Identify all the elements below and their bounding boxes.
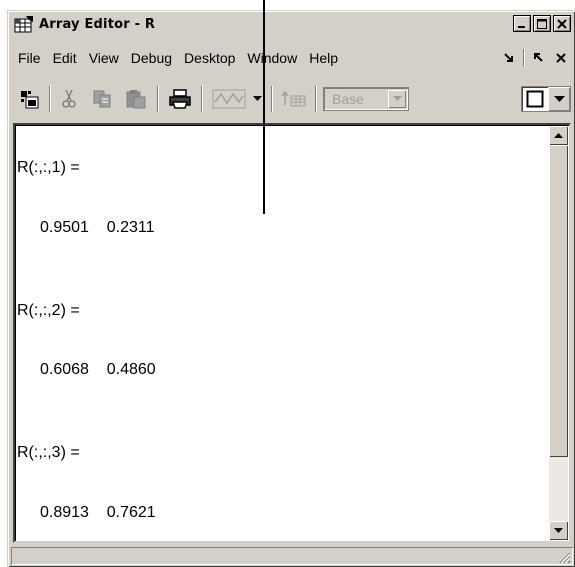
close-icon <box>557 18 567 29</box>
format-preview <box>522 87 548 111</box>
base-select-value: Base <box>332 91 364 107</box>
output-pane[interactable]: R(:,:,1) = 0.9501 0.2311 R(:,:,2) = 0.60… <box>13 123 571 543</box>
output-values: 0.6068 0.4860 <box>40 361 156 378</box>
array-editor-window: Array Editor - R File Edit View Debug De… <box>7 10 575 567</box>
plot-selection-icon <box>212 89 246 109</box>
title-bar[interactable]: Array Editor - R <box>11 14 573 34</box>
format-dropdown[interactable] <box>548 87 570 111</box>
menu-close-button[interactable] <box>553 50 569 66</box>
menu-window[interactable]: Window <box>242 50 302 66</box>
cut-icon <box>62 89 76 108</box>
import-data-button[interactable] <box>17 85 43 113</box>
toolbar-separator <box>157 86 159 112</box>
cut-button[interactable] <box>57 85 81 113</box>
chevron-up-icon <box>554 132 563 138</box>
toolbar: Base <box>11 83 573 115</box>
import-data-icon <box>21 91 39 109</box>
close-button[interactable] <box>553 15 571 32</box>
print-button[interactable] <box>165 85 195 113</box>
output-label: R(:,:,1) = <box>17 159 80 176</box>
base-select-dropdown[interactable] <box>388 90 406 108</box>
paste-button[interactable] <box>121 85 151 113</box>
copy-icon <box>93 90 111 108</box>
paste-icon <box>126 90 146 109</box>
menu-help[interactable]: Help <box>304 50 343 66</box>
array-editor-icon <box>14 16 33 33</box>
menu-separator <box>523 49 525 67</box>
maximize-button[interactable] <box>533 15 551 32</box>
toolbar-separator <box>49 86 51 112</box>
undock-button[interactable] <box>531 50 547 66</box>
close-x-icon <box>556 53 566 63</box>
chevron-down-icon <box>252 96 262 101</box>
status-bar <box>11 547 573 565</box>
chevron-down-icon <box>554 527 563 533</box>
print-icon <box>169 89 191 109</box>
menu-file[interactable]: File <box>11 50 46 66</box>
scroll-up-button[interactable] <box>549 126 568 145</box>
chevron-down-icon <box>553 95 565 102</box>
menu-view[interactable]: View <box>84 50 124 66</box>
dock-button[interactable] <box>501 50 517 66</box>
chevron-down-icon <box>392 96 402 101</box>
format-select[interactable] <box>521 86 571 112</box>
toolbar-separator <box>201 86 203 112</box>
menu-edit[interactable]: Edit <box>48 50 82 66</box>
format-square-icon <box>526 90 544 108</box>
minimize-icon <box>518 25 525 28</box>
scroll-down-button[interactable] <box>549 521 568 540</box>
output-values: 0.8913 0.7621 <box>40 504 156 521</box>
minimize-button[interactable] <box>513 15 531 32</box>
toolbar-separator <box>315 86 317 112</box>
undock-arrow-icon <box>534 53 543 62</box>
scroll-thumb[interactable] <box>549 145 568 457</box>
maximize-icon <box>537 18 547 29</box>
menu-bar: File Edit View Debug Desktop Window Help <box>11 47 573 69</box>
copy-button[interactable] <box>87 85 117 113</box>
menu-debug[interactable]: Debug <box>126 50 177 66</box>
stack-base-icon <box>281 90 306 107</box>
output-label: R(:,:,2) = <box>17 302 80 319</box>
plot-selection-button[interactable] <box>209 85 249 113</box>
base-select[interactable]: Base <box>323 87 409 111</box>
resize-grip-icon[interactable] <box>557 550 571 564</box>
callout-line <box>263 0 265 214</box>
output-label: R(:,:,3) = <box>17 444 80 461</box>
vertical-scrollbar[interactable] <box>549 126 568 540</box>
toolbar-separator <box>271 86 273 112</box>
dock-arrow-icon <box>504 53 513 62</box>
stack-base-button[interactable] <box>279 85 309 113</box>
window-title: Array Editor - R <box>39 16 156 32</box>
menu-desktop[interactable]: Desktop <box>179 50 240 66</box>
output-values: 0.9501 0.2311 <box>40 219 155 236</box>
